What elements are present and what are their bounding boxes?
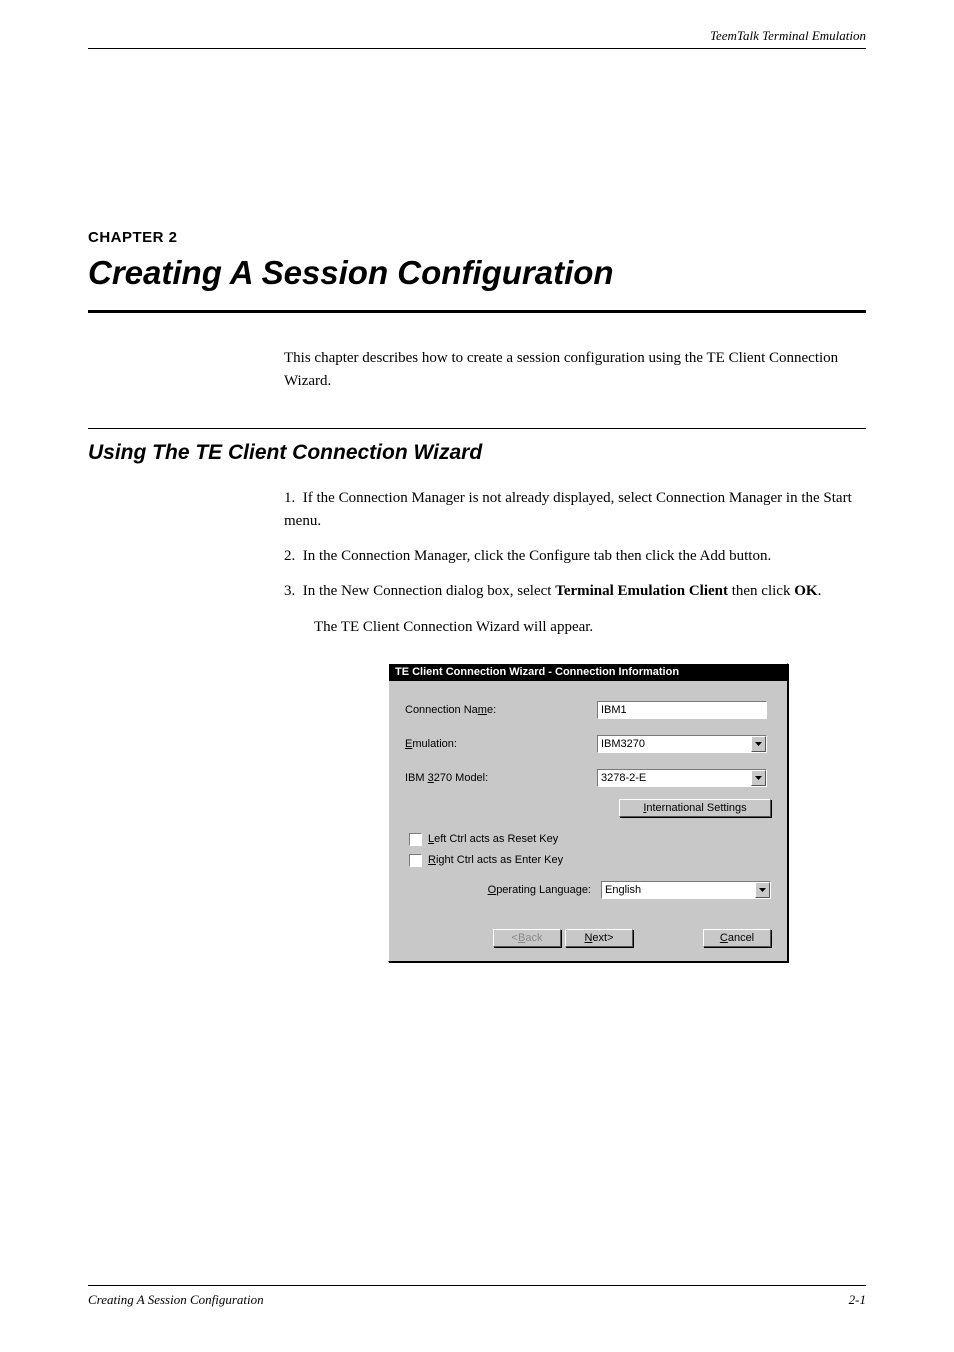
- section-title: Using The TE Client Connection Wizard: [88, 441, 866, 465]
- chapter-rule: [88, 310, 866, 313]
- left-ctrl-label: Left Ctrl acts as Reset Key: [428, 833, 558, 845]
- emulation-label: Emulation:: [405, 738, 597, 750]
- step-2: 2. In the Connection Manager, click the …: [284, 545, 866, 568]
- chevron-down-icon[interactable]: [755, 882, 770, 898]
- emulation-select[interactable]: IBM3270: [597, 735, 767, 753]
- right-ctrl-label: Right Ctrl acts as Enter Key: [428, 854, 563, 866]
- right-ctrl-checkbox-row[interactable]: Right Ctrl acts as Enter Key: [405, 854, 771, 867]
- connection-name-input[interactable]: [597, 701, 767, 719]
- step-3-b: Terminal Emulation Client: [555, 583, 728, 599]
- model-value: 3278-2-E: [601, 772, 646, 784]
- checkbox-icon[interactable]: [409, 854, 422, 867]
- step-1-text: If the Connection Manager is not already…: [284, 490, 852, 529]
- wizard-dialog: TE Client Connection Wizard - Connection…: [388, 663, 788, 962]
- connection-name-label: Connection Name:: [405, 704, 597, 716]
- step-3-e: .: [818, 583, 822, 599]
- step-2-num: 2.: [284, 548, 295, 564]
- section-rule: [88, 428, 866, 429]
- step-3-d: OK: [794, 583, 817, 599]
- checkbox-icon[interactable]: [409, 833, 422, 846]
- step-3-sub: The TE Client Connection Wizard will app…: [314, 616, 866, 639]
- step-3: 3. In the New Connection dialog box, sel…: [284, 580, 866, 603]
- chapter-number: CHAPTER 2: [88, 229, 866, 246]
- step-3-num: 3.: [284, 583, 295, 599]
- emulation-value: IBM3270: [601, 738, 645, 750]
- left-ctrl-checkbox-row[interactable]: Left Ctrl acts as Reset Key: [405, 833, 771, 846]
- step-3-c: then click: [728, 583, 794, 599]
- header-running-title: TeemTalk Terminal Emulation: [710, 28, 866, 44]
- intro-paragraph: This chapter describes how to create a s…: [284, 347, 866, 394]
- chevron-down-icon[interactable]: [751, 736, 766, 752]
- operating-language-select[interactable]: English: [601, 881, 771, 899]
- step-1-num: 1.: [284, 490, 295, 506]
- chapter-title: Creating A Session Configuration: [88, 254, 866, 292]
- next-button[interactable]: Next>: [565, 929, 633, 947]
- footer-page-number: 2-1: [849, 1292, 866, 1308]
- footer-left: Creating A Session Configuration: [88, 1292, 264, 1308]
- operating-language-value: English: [605, 884, 641, 896]
- operating-language-label: Operating Language:: [488, 884, 591, 896]
- chevron-down-icon[interactable]: [751, 770, 766, 786]
- dialog-titlebar: TE Client Connection Wizard - Connection…: [389, 664, 787, 681]
- step-2-text: In the Connection Manager, click the Con…: [303, 548, 771, 564]
- model-label: IBM 3270 Model:: [405, 772, 597, 784]
- cancel-button[interactable]: Cancel: [703, 929, 771, 947]
- step-1: 1. If the Connection Manager is not alre…: [284, 487, 866, 534]
- step-3-a: In the New Connection dialog box, select: [303, 583, 555, 599]
- model-select[interactable]: 3278-2-E: [597, 769, 767, 787]
- back-button: <Back: [493, 929, 561, 947]
- international-settings-button[interactable]: International Settings: [619, 799, 771, 817]
- top-rule: [88, 48, 866, 49]
